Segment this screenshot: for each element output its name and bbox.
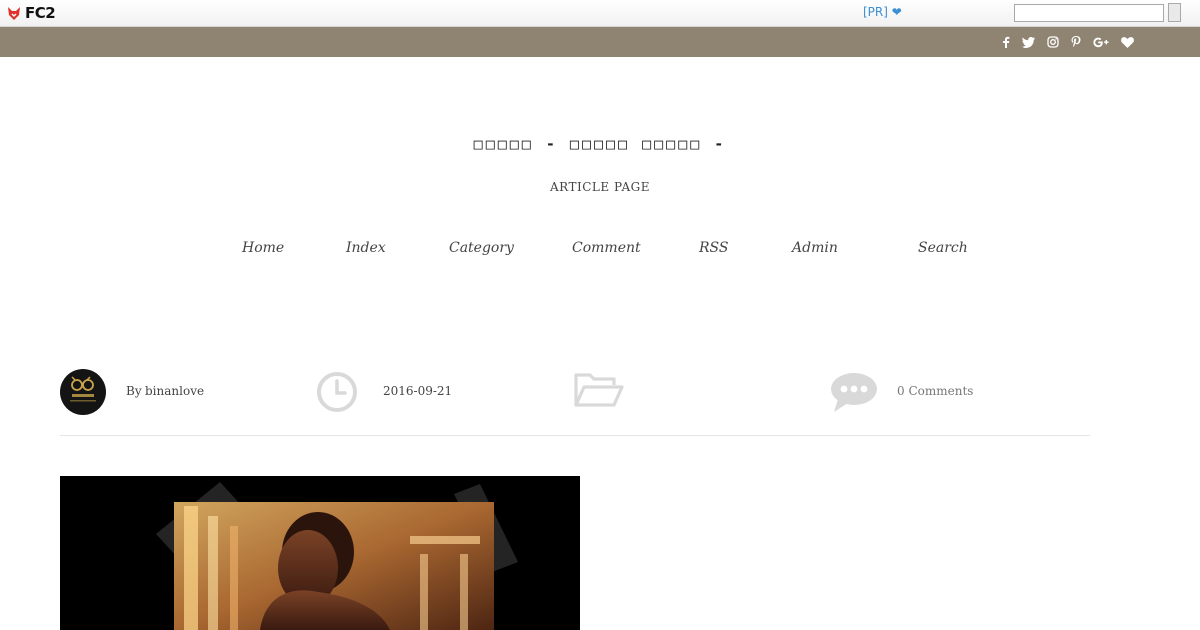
fc2-search-input[interactable] — [1014, 4, 1164, 22]
fc2-logo-text: FC2 — [25, 4, 56, 22]
google-plus-icon[interactable] — [1087, 27, 1115, 57]
facebook-icon[interactable] — [996, 27, 1016, 57]
instagram-icon[interactable] — [1041, 27, 1065, 57]
nav-search[interactable]: Search — [918, 240, 968, 256]
fc2-fox-icon — [8, 7, 20, 20]
pinterest-icon[interactable] — [1065, 27, 1087, 57]
folder-open-icon — [573, 370, 625, 414]
heart-icon[interactable] — [1115, 27, 1140, 57]
social-bar — [0, 27, 1200, 57]
post-date: 2016-09-21 — [383, 384, 453, 398]
nav-home[interactable]: Home — [242, 240, 284, 256]
fc2-toolbar: FC2 [PR] ❤ — [0, 0, 1200, 27]
comments-count[interactable]: 0 Comments — [897, 384, 973, 398]
site-title[interactable]: □□□□□ - □□□□□ □□□□□ - — [0, 135, 1200, 153]
page-type-label: ARTICLE PAGE — [550, 180, 650, 194]
twitter-icon[interactable] — [1016, 27, 1041, 57]
by-label: By — [126, 384, 142, 398]
pr-link[interactable]: [PR] ❤ — [863, 5, 902, 19]
author-name[interactable]: binanlove — [145, 384, 204, 398]
clock-icon — [316, 371, 358, 417]
nav-comment[interactable]: Comment — [572, 240, 641, 256]
article-meta: By binanlove 2016-09-21 0 Comments — [60, 368, 1090, 436]
nav-category[interactable]: Category — [449, 240, 514, 256]
nav-rss[interactable]: RSS — [699, 240, 728, 256]
nav-index[interactable]: Index — [346, 240, 386, 256]
fc2-search-button[interactable] — [1168, 3, 1181, 22]
social-icons — [996, 27, 1140, 57]
comment-icon — [830, 372, 878, 418]
avatar[interactable] — [60, 369, 106, 415]
fc2-logo[interactable]: FC2 — [6, 4, 56, 22]
article-image — [60, 476, 580, 630]
nav-admin[interactable]: Admin — [792, 240, 838, 256]
